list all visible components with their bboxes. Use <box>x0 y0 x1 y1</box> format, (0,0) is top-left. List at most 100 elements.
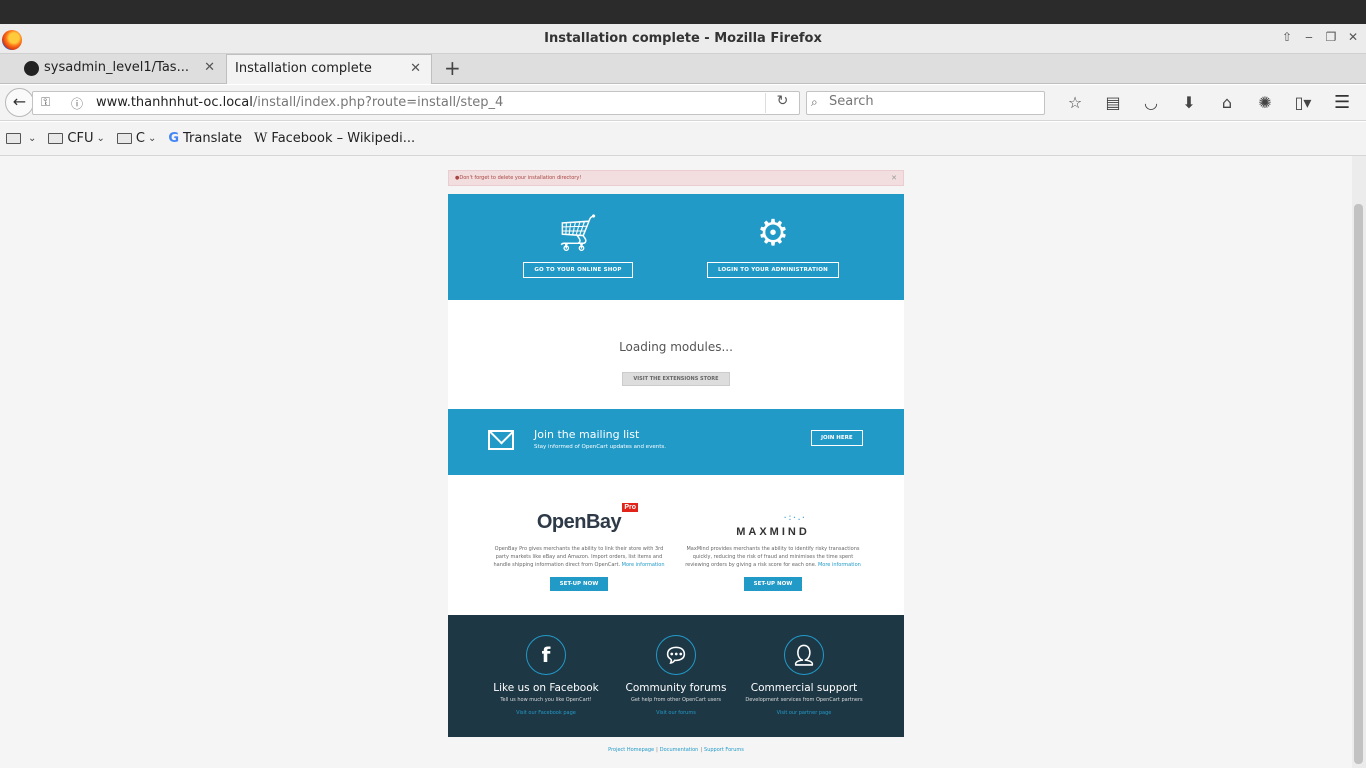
folder-icon <box>116 133 132 144</box>
url-text[interactable]: www.thanhnhut-oc.local/install/index.php… <box>96 95 503 110</box>
openbay-logo: OpenBay Pro <box>486 503 672 537</box>
mailing-subtitle: Stay informed of OpenCart updates and ev… <box>534 444 666 450</box>
bookmark-translate[interactable]: G Translate <box>168 131 242 146</box>
openbay-setup-button[interactable]: SET-UP NOW <box>549 577 609 591</box>
url-path: /install/index.php?route=install/step_4 <box>252 95 504 110</box>
folder-icon <box>6 133 21 144</box>
search-bar[interactable]: ⌕ <box>806 91 1045 115</box>
new-tab-button[interactable]: + <box>444 56 461 80</box>
documentation-link[interactable]: Documentation <box>660 747 699 753</box>
key-icon[interactable]: ⚿ <box>41 95 50 110</box>
info-icon[interactable]: ⓘ <box>71 95 83 112</box>
facebook-link[interactable]: Visit our Facebook page <box>471 710 621 716</box>
gear-icon: ⚙ <box>756 213 790 254</box>
bookmark-facebook-wikipedia[interactable]: W Facebook – Wikipedi... <box>254 131 415 146</box>
more-information-link[interactable]: More information <box>622 562 665 568</box>
url-domain: www.thanhnhut-oc.local <box>96 95 253 110</box>
bookmark-label: C <box>135 131 145 146</box>
clipboard-icon[interactable]: ▯▾ <box>1284 93 1322 112</box>
envelope-icon <box>488 430 514 450</box>
shopping-cart-icon: 🛒︎ <box>555 213 601 254</box>
chat-bubbles-icon[interactable]: 💬︎ <box>656 635 696 675</box>
facebook-icon[interactable]: f <box>526 635 566 675</box>
actions-panel: 🛒︎ GO TO YOUR ONLINE SHOP ⚙ LOGIN TO YOU… <box>448 194 904 300</box>
partners-panel: OpenBay Pro OpenBay Pro gives merchants t… <box>448 475 904 615</box>
join-here-button[interactable]: JOIN HERE <box>811 430 863 446</box>
wikipedia-icon: W <box>254 131 268 146</box>
more-information-link[interactable]: More information <box>818 562 861 568</box>
google-translate-icon: G <box>168 131 179 146</box>
maxmind-network-icon: ·:·.· <box>784 513 807 522</box>
mailing-list-panel: Join the mailing list Stay informed of O… <box>448 409 904 475</box>
bookmark-folder-unnamed[interactable]: ⌄ <box>6 133 36 144</box>
loading-modules-text: Loading modules... <box>619 340 733 354</box>
login-admin-button[interactable]: LOGIN TO YOUR ADMINISTRATION <box>707 262 839 278</box>
reload-icon[interactable]: ↻ <box>765 93 799 113</box>
chevron-down-icon: ⌄ <box>147 133 157 144</box>
bookmark-folder-cfu[interactable]: CFU ⌄ <box>48 131 105 146</box>
maxmind-logo: ·:·.· MAXMIND <box>680 511 866 538</box>
bookmark-label: Facebook – Wikipedi... <box>271 131 416 146</box>
system-taskbar-strip <box>0 0 1366 24</box>
facebook-column: f Like us on Facebook Tell us how much y… <box>471 635 621 716</box>
scrollbar-thumb[interactable] <box>1354 204 1363 764</box>
chevron-down-icon: ⌄ <box>96 133 105 144</box>
support-forums-link[interactable]: Support Forums <box>704 747 744 753</box>
url-bar[interactable]: ⚿ ⓘ www.thanhnhut-oc.local/install/index… <box>32 91 800 115</box>
tab-label: Installation complete <box>235 61 372 76</box>
search-input[interactable] <box>829 94 1039 109</box>
facebook-title: Like us on Facebook <box>493 682 599 694</box>
tab-github[interactable]: sysadmin_level1/Tas... ✕ <box>20 54 225 84</box>
tab-bar: sysadmin_level1/Tas... ✕ Installation co… <box>0 54 1366 84</box>
pocket-icon[interactable]: ◡ <box>1132 93 1170 112</box>
window-up-icon[interactable]: ⇧ <box>1280 30 1294 44</box>
window-title: Installation complete - Mozilla Firefox <box>544 31 822 46</box>
bookmark-label: Translate <box>183 131 243 146</box>
home-icon[interactable]: ⌂ <box>1208 93 1246 112</box>
chevron-down-icon: ⌄ <box>28 133 37 144</box>
bookmark-star-icon[interactable]: ☆ <box>1056 93 1094 112</box>
tab-close-icon[interactable]: ✕ <box>204 54 215 82</box>
reading-list-icon[interactable]: ▤ <box>1094 93 1132 112</box>
page-content: ●Don't forget to delete your installatio… <box>0 156 1352 768</box>
bookmark-label: CFU <box>67 131 94 146</box>
maxmind-setup-button[interactable]: SET-UP NOW <box>743 577 803 591</box>
hamburger-menu-icon[interactable]: ☰ <box>1334 92 1350 113</box>
tab-installation-complete[interactable]: Installation complete ✕ <box>226 54 432 84</box>
delete-install-alert: ●Don't forget to delete your installatio… <box>448 170 904 186</box>
folder-icon <box>48 133 64 144</box>
navigation-toolbar: ← ⚿ ⓘ www.thanhnhut-oc.local/install/ind… <box>0 85 1366 121</box>
window-close-button[interactable]: ✕ <box>1346 30 1360 44</box>
tab-close-icon[interactable]: ✕ <box>410 55 421 83</box>
visit-extensions-store-button[interactable]: VISIT THE EXTENSIONS STORE <box>622 372 730 386</box>
support-column: 👤︎ Commercial support Development servic… <box>729 635 879 716</box>
openbay-partner: OpenBay Pro OpenBay Pro gives merchants t… <box>486 475 672 591</box>
user-icon[interactable]: 👤︎ <box>784 635 824 675</box>
support-subtitle: Development services from OpenCart partn… <box>745 697 863 703</box>
alert-close-icon[interactable]: ✕ <box>891 171 897 185</box>
support-title: Commercial support <box>750 682 858 694</box>
back-button[interactable]: ← <box>5 88 34 117</box>
window-titlebar: Installation complete - Mozilla Firefox … <box>0 24 1366 54</box>
window-minimize-button[interactable]: ‒ <box>1302 30 1316 44</box>
facebook-subtitle: Tell us how much you like OpenCart! <box>500 697 592 703</box>
window-maximize-button[interactable]: ❐ <box>1324 30 1338 44</box>
vertical-scrollbar[interactable] <box>1352 156 1366 768</box>
project-homepage-link[interactable]: Project Homepage <box>608 747 654 753</box>
support-footer: f Like us on Facebook Tell us how much y… <box>448 615 904 737</box>
maxmind-description: MaxMind provides merchants the ability t… <box>680 545 866 569</box>
modules-panel: Loading modules... VISIT THE EXTENSIONS … <box>448 300 904 409</box>
tab-label: sysadmin_level1/Tas... <box>44 60 189 75</box>
openbay-description: OpenBay Pro gives merchants the ability … <box>486 545 672 569</box>
partner-page-link[interactable]: Visit our partner page <box>729 710 879 716</box>
maxmind-partner: ·:·.· MAXMIND MaxMind provides merchants … <box>680 475 866 591</box>
pro-badge: Pro <box>622 503 638 512</box>
search-icon: ⌕ <box>811 95 818 109</box>
alert-text: Don't forget to delete your installation… <box>459 175 582 181</box>
extension-icon[interactable]: ✺ <box>1246 93 1284 112</box>
download-icon[interactable]: ⬇ <box>1170 93 1208 112</box>
go-to-shop-button[interactable]: GO TO YOUR ONLINE SHOP <box>523 262 633 278</box>
openbay-logo-text: OpenBay <box>536 511 622 533</box>
bottom-links: Project Homepage | Documentation | Support F… <box>608 747 744 753</box>
bookmark-folder-c[interactable]: C ⌄ <box>116 131 157 146</box>
